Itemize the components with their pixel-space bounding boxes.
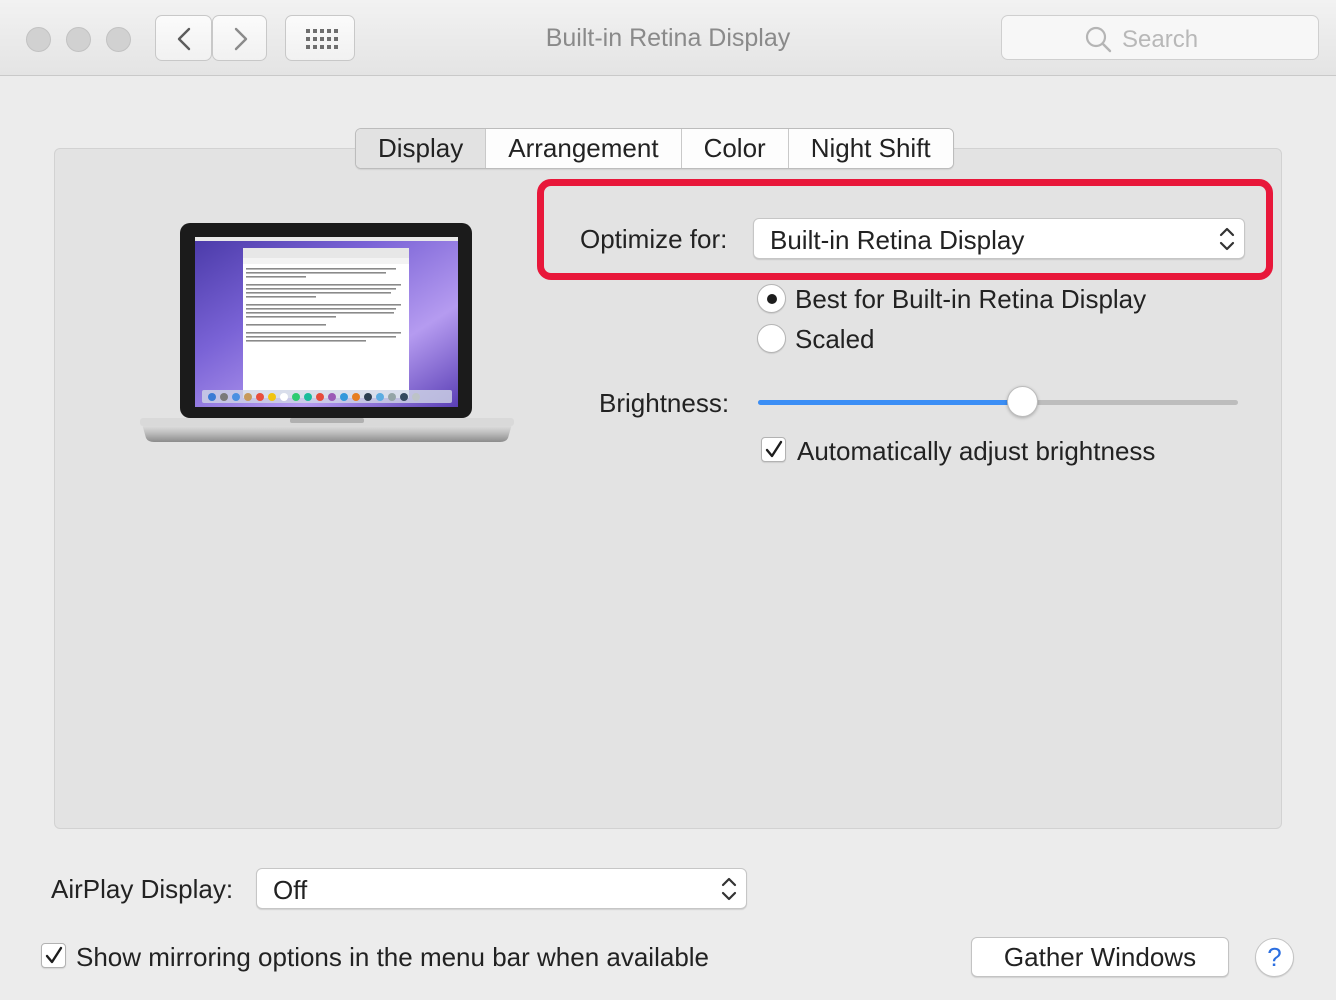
airplay-display-label: AirPlay Display: — [51, 874, 234, 904]
best-for-display-radio[interactable] — [757, 284, 786, 313]
tab-bar: Display Arrangement Color Night Shift — [355, 128, 954, 169]
brightness-slider-knob[interactable] — [1007, 386, 1038, 417]
checkmark-icon — [45, 946, 63, 964]
airplay-display-popup[interactable]: Off — [256, 868, 747, 909]
search-field[interactable]: Search — [1001, 15, 1319, 60]
show-mirroring-label: Show mirroring options in the menu bar w… — [76, 942, 710, 972]
help-button[interactable]: ? — [1255, 938, 1294, 977]
brightness-slider[interactable] — [758, 386, 1238, 417]
search-icon — [1085, 26, 1112, 53]
scaled-label: Scaled — [795, 324, 875, 354]
brightness-slider-fill — [758, 400, 1022, 405]
auto-brightness-label: Automatically adjust brightness — [797, 436, 1156, 466]
tab-display[interactable]: Display — [356, 129, 486, 168]
tab-color[interactable]: Color — [680, 129, 788, 168]
updown-chevron-icon — [721, 877, 737, 901]
show-mirroring-checkbox[interactable] — [41, 943, 66, 968]
airplay-display-value: Off — [273, 875, 308, 905]
highlight-annotation — [537, 179, 1273, 280]
tab-night-shift[interactable]: Night Shift — [787, 129, 953, 168]
brightness-label: Brightness: — [599, 388, 730, 418]
scaled-radio[interactable] — [757, 324, 786, 353]
laptop-illustration — [140, 223, 514, 442]
best-for-display-label: Best for Built-in Retina Display — [795, 284, 1147, 314]
auto-brightness-checkbox[interactable] — [761, 437, 786, 462]
search-placeholder: Search — [1122, 26, 1199, 53]
tab-arrangement[interactable]: Arrangement — [485, 129, 681, 168]
gather-windows-button[interactable]: Gather Windows — [971, 937, 1229, 977]
title-bar: Built-in Retina Display Search — [0, 0, 1336, 76]
checkmark-icon — [765, 440, 783, 458]
